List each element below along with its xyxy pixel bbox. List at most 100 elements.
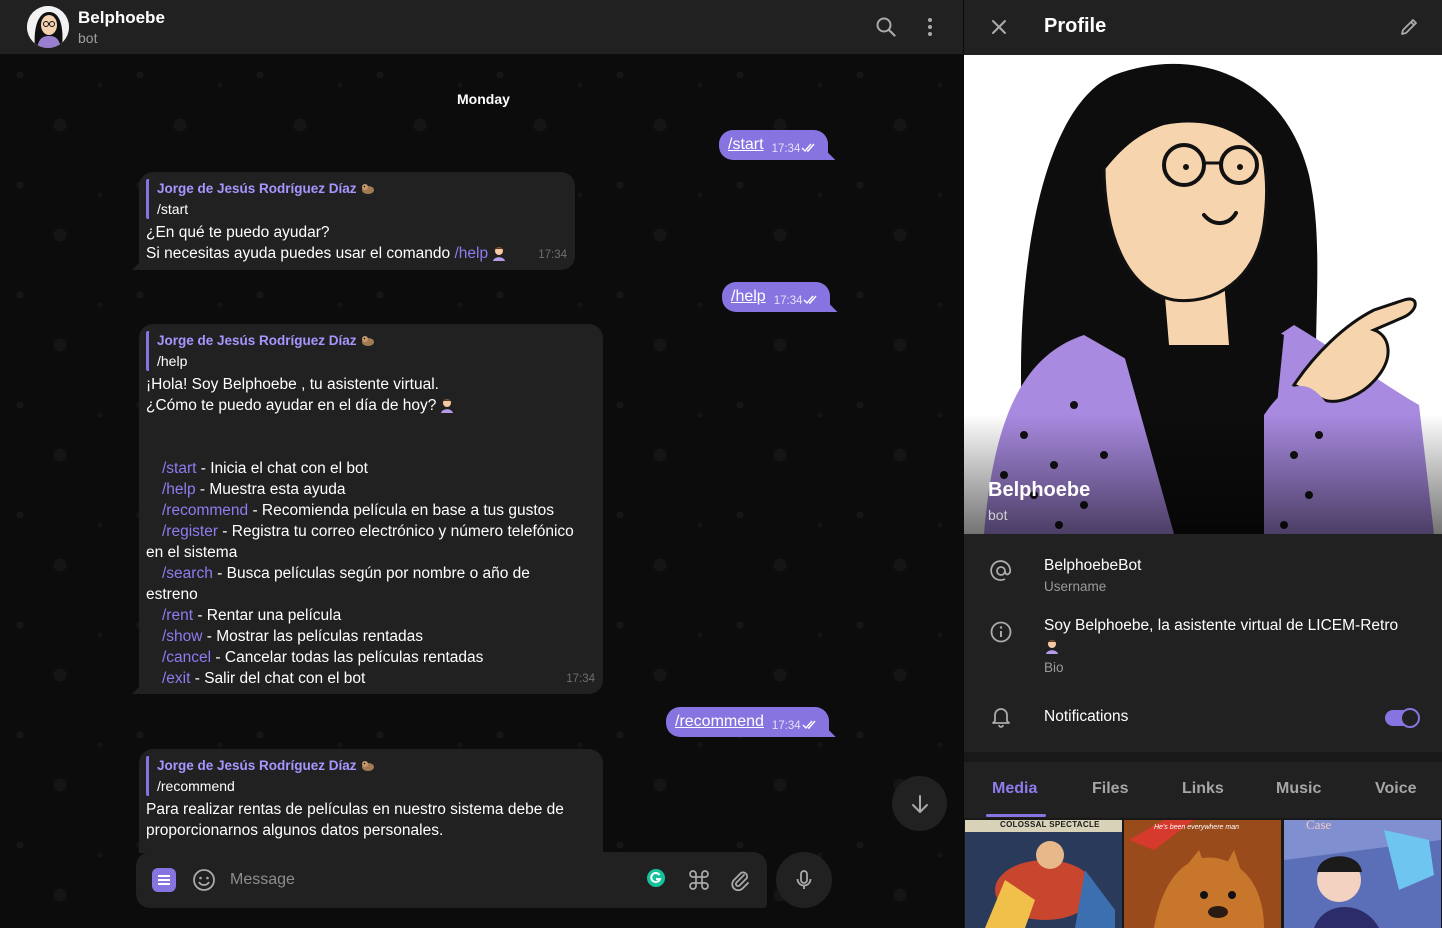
command-link[interactable]: /register — [162, 523, 218, 540]
info-icon — [988, 619, 1014, 645]
command-item: /help - Muestra esta ayuda — [162, 481, 346, 498]
command-item: /show - Mostrar las películas rentadas — [162, 628, 424, 645]
grammarly-icon[interactable] — [642, 864, 670, 892]
toggle-knob — [1400, 708, 1420, 728]
message-input[interactable] — [230, 866, 630, 894]
message-line: ¿En qué te puedo ayudar? — [146, 224, 330, 241]
message-time: 17:34 — [771, 143, 801, 155]
woman-tipping-hand-emoji-icon — [1044, 638, 1060, 654]
active-tab-indicator — [986, 814, 1046, 817]
message-time: 17:34 — [538, 249, 567, 261]
command-item: /rent - Rentar una película — [162, 607, 342, 624]
media-thumbnail[interactable]: COLOSSAL SPECTACLE — [965, 820, 1122, 928]
woman-tipping-hand-emoji-icon — [439, 397, 455, 413]
read-checks-icon — [801, 138, 818, 153]
chat-title[interactable]: Belphoebe — [78, 8, 165, 28]
command-link[interactable]: /exit — [162, 670, 190, 687]
profile-title: Profile — [1044, 15, 1107, 37]
command-link[interactable]: /start — [728, 136, 764, 153]
tab-music[interactable]: Music — [1276, 780, 1321, 798]
photo-shade — [964, 414, 1442, 534]
chat-area: Belphoebe bot Monday /start 17:34 Jorge d… — [0, 0, 963, 928]
date-separator: Monday — [457, 91, 510, 107]
tab-links[interactable]: Links — [1182, 780, 1224, 798]
outgoing-message[interactable]: /recommend 17:34 — [666, 707, 836, 737]
command-link[interactable]: /help — [454, 245, 488, 262]
message-line: Para realizar rentas de películas en nue… — [146, 801, 564, 839]
reply-preview[interactable]: Jorge de Jesús Rodríguez Díaz /start — [146, 179, 565, 219]
more-vertical-icon[interactable] — [915, 12, 945, 42]
message-line: ¡Hola! Soy Belphoebe , tu asistente virt… — [146, 376, 439, 393]
message-line: Si necesitas ayuda puedes usar el comand… — [146, 243, 565, 264]
message-composer — [136, 852, 767, 908]
message-line: ¿Cómo te puedo ayudar en el día de hoy? — [146, 395, 593, 416]
avatar[interactable] — [27, 6, 69, 48]
command-link[interactable]: /show — [162, 628, 203, 645]
reply-author: Jorge de Jesús Rodríguez Díaz — [157, 756, 593, 776]
command-link[interactable]: /recommend — [162, 502, 248, 519]
incoming-message[interactable]: Jorge de Jesús Rodríguez Díaz /help ¡Hol… — [132, 324, 603, 694]
arrow-down-icon — [911, 794, 928, 813]
username-label: Username — [1044, 579, 1107, 594]
microphone-button[interactable] — [776, 852, 832, 908]
media-grid: COLOSSAL SPECTACLE He's been everywhere … — [964, 818, 1442, 928]
thumbnail-caption: He's been everywhere man — [1154, 824, 1239, 831]
profile-panel: Profile Belphoebe bot BelphoebeBot Usern… — [963, 0, 1442, 928]
command-link[interactable]: /search — [162, 565, 213, 582]
command-link[interactable]: /start — [162, 460, 196, 477]
command-item: /start - Inicia el chat con el bot — [162, 460, 368, 477]
command-item: /cancel - Cancelar todas las películas r… — [162, 649, 484, 666]
notifications-toggle[interactable] — [1385, 708, 1420, 728]
profile-info: BelphoebeBot Username Soy Belphoebe, la … — [964, 534, 1442, 752]
profile-header: Profile — [964, 0, 1442, 55]
woman-tipping-hand-emoji-icon — [491, 245, 507, 261]
message-time: 17:34 — [771, 720, 801, 732]
command-link[interactable]: /cancel — [162, 649, 211, 666]
edit-pencil-icon[interactable] — [1394, 12, 1424, 42]
chat-header[interactable]: Belphoebe bot — [0, 0, 963, 55]
media-thumbnail[interactable]: He's been everywhere man — [1124, 820, 1281, 928]
read-checks-icon — [802, 715, 819, 730]
reply-preview[interactable]: Jorge de Jesús Rodríguez Díaz /help — [146, 331, 593, 371]
thumbnail-caption: Case — [1306, 820, 1332, 832]
incoming-message[interactable]: Jorge de Jesús Rodríguez Díaz /recommend… — [139, 749, 603, 853]
chat-subtitle: bot — [78, 30, 98, 46]
at-sign-icon — [988, 558, 1014, 584]
sloth-emoji-icon — [360, 332, 376, 348]
tab-media[interactable]: Media — [992, 780, 1037, 798]
scroll-down-button[interactable] — [892, 776, 947, 831]
reply-text: /help — [157, 353, 188, 369]
profile-name: Belphoebe — [988, 479, 1091, 501]
outgoing-message[interactable]: /help 17:34 — [722, 282, 838, 312]
media-thumbnail[interactable]: Case — [1284, 820, 1441, 928]
tab-voice[interactable]: Voice — [1375, 780, 1417, 798]
search-icon[interactable] — [871, 12, 901, 42]
close-icon[interactable] — [984, 12, 1014, 42]
attach-icon[interactable] — [726, 866, 754, 894]
thumbnail-caption: COLOSSAL SPECTACLE — [1000, 820, 1100, 829]
command-item: /exit - Salir del chat con el bot — [162, 670, 366, 687]
command-item: /search - Busca películas según por nomb… — [146, 565, 530, 603]
message-time: 17:34 — [773, 295, 803, 307]
sloth-emoji-icon — [360, 180, 376, 196]
message-time: 17:34 — [566, 673, 595, 685]
command-link[interactable]: /rent — [162, 607, 193, 624]
username-value: BelphoebeBot — [1044, 557, 1142, 574]
command-link[interactable]: /help — [162, 481, 196, 498]
reply-author: Jorge de Jesús Rodríguez Díaz — [157, 179, 565, 199]
outgoing-message[interactable]: /start 17:34 — [719, 130, 836, 160]
reply-preview[interactable]: Jorge de Jesús Rodríguez Díaz /recommend — [146, 756, 593, 796]
command-link[interactable]: /recommend — [675, 713, 764, 730]
emoji-icon[interactable] — [190, 866, 218, 894]
reply-text: /start — [157, 201, 189, 217]
command-icon[interactable] — [685, 866, 713, 894]
incoming-message[interactable]: Jorge de Jesús Rodríguez Díaz /start ¿En… — [132, 172, 575, 270]
reply-author: Jorge de Jesús Rodríguez Díaz — [157, 331, 593, 351]
bot-menu-icon[interactable] — [150, 866, 178, 894]
command-link[interactable]: /help — [731, 288, 766, 305]
media-tabs: Media Files Links Music Voice — [964, 762, 1442, 818]
bell-icon — [988, 703, 1014, 729]
profile-photo[interactable]: Belphoebe bot — [964, 55, 1442, 534]
tab-files[interactable]: Files — [1092, 780, 1128, 798]
microphone-icon — [796, 870, 812, 889]
